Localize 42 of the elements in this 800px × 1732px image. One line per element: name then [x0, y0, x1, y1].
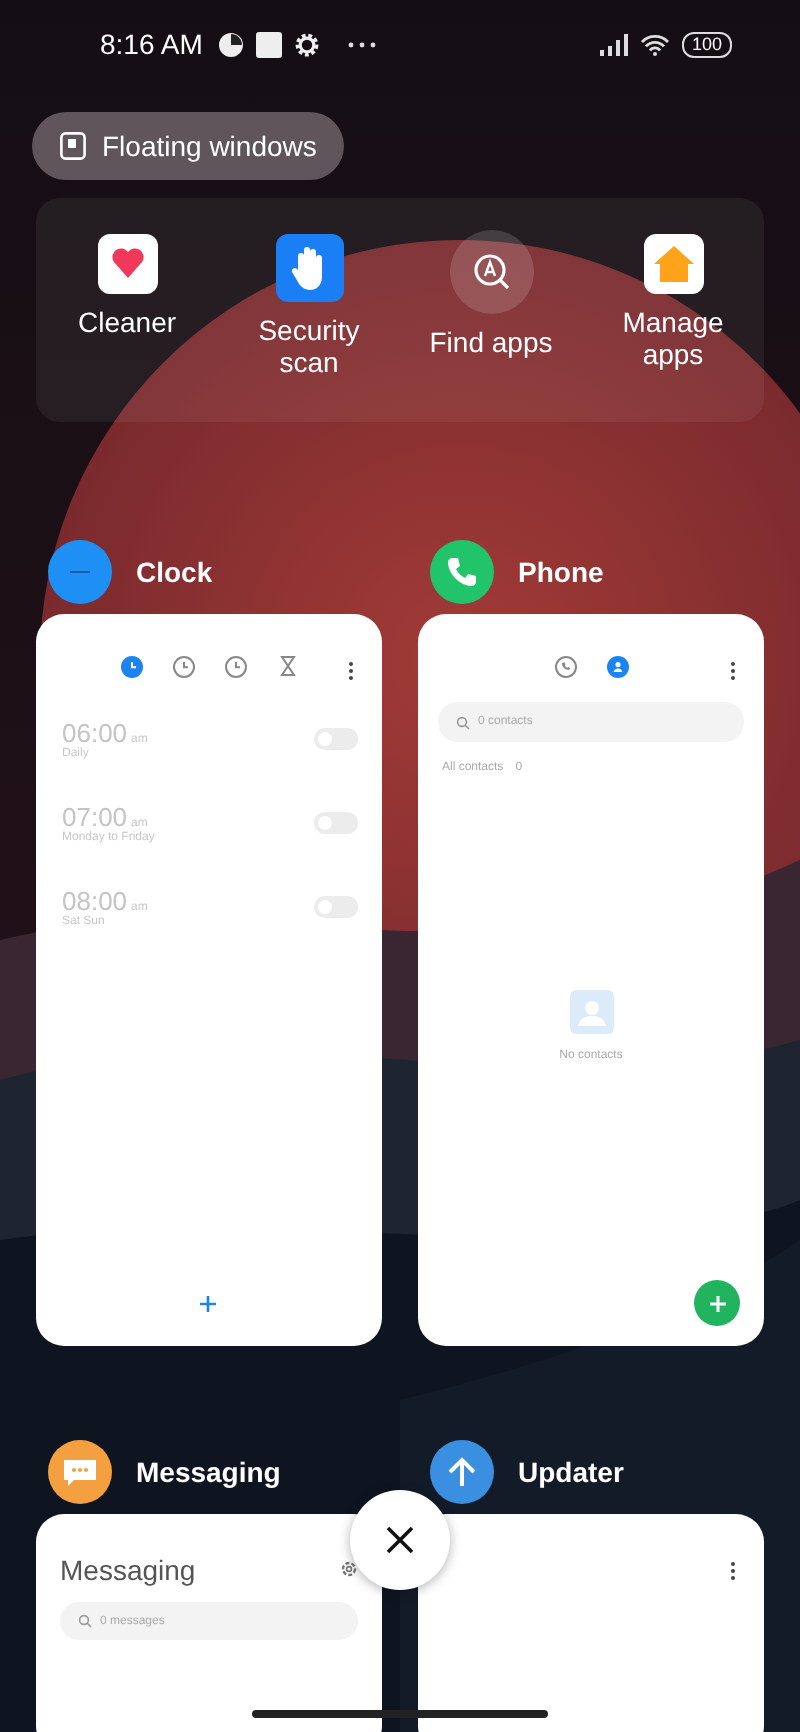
more-icon	[348, 41, 377, 47]
plus-icon	[198, 1294, 218, 1314]
hand-icon	[275, 234, 343, 302]
screen-title: Messaging	[60, 1554, 196, 1586]
app-name: Messaging	[136, 1456, 281, 1488]
add-button[interactable]	[694, 1280, 740, 1326]
house-icon	[643, 234, 703, 294]
alarm-time: 07:00	[62, 801, 128, 831]
clock-tab[interactable]	[171, 654, 195, 678]
app-name: Updater	[518, 1456, 624, 1488]
alarm-time: 06:00	[62, 717, 128, 747]
search-icon	[78, 1614, 92, 1628]
shortcut-button[interactable]: Manage apps	[593, 234, 753, 370]
app-name: Clock	[136, 556, 213, 588]
phone-tab[interactable]	[553, 654, 577, 678]
more-icon[interactable]	[730, 1562, 736, 1580]
window-icon	[60, 132, 86, 160]
search-icon	[456, 715, 470, 729]
battery-level: 100	[681, 31, 732, 57]
pie-icon	[218, 31, 245, 57]
contact-placeholder-icon	[569, 990, 613, 1034]
app-name: Phone	[518, 556, 604, 588]
shortcut-button[interactable]: Security scan	[229, 234, 389, 378]
alarm-time: 08:00	[62, 885, 128, 915]
gear-icon	[294, 31, 321, 57]
search-icon	[449, 230, 533, 314]
wifi-icon	[639, 33, 670, 55]
settings-icon[interactable]	[340, 1560, 358, 1578]
timer-tab[interactable]	[275, 654, 299, 678]
floating-windows-button[interactable]: Floating windows	[32, 112, 345, 180]
status-time: 8:16 AM	[100, 28, 203, 60]
square-icon	[256, 31, 283, 57]
shortcut-button[interactable]: Find apps	[411, 230, 571, 358]
alarm-tab[interactable]	[119, 654, 143, 678]
signal-icon	[599, 33, 628, 55]
plus-icon	[707, 1293, 727, 1313]
close-icon	[386, 1526, 414, 1554]
shortcut-button[interactable]: Cleaner	[47, 234, 207, 338]
more-icon[interactable]	[348, 662, 354, 680]
contacts-tab[interactable]	[605, 654, 629, 678]
more-icon[interactable]	[730, 662, 736, 680]
stopwatch-tab[interactable]	[223, 654, 247, 678]
